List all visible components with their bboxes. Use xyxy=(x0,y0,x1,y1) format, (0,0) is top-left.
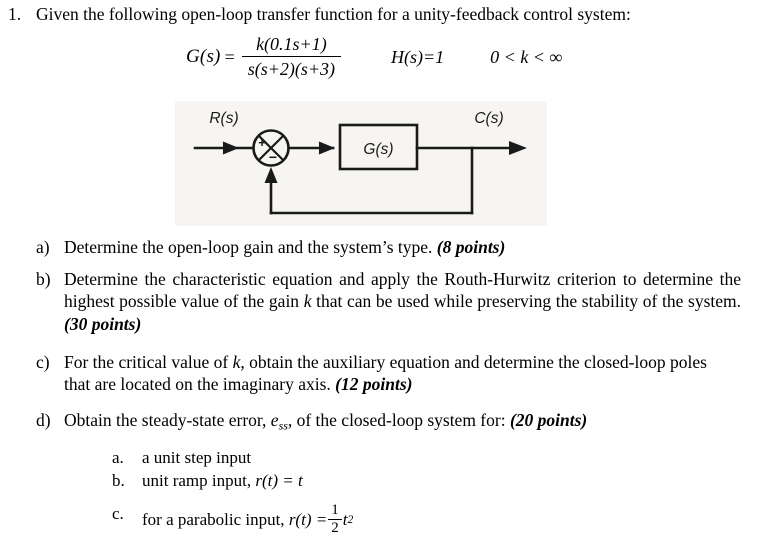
part-c-body: For the critical value of k, obtain the … xyxy=(64,351,736,396)
question-number: 1. xyxy=(8,4,22,24)
summing-minus-sign: − xyxy=(269,149,277,165)
summing-plus-sign: + xyxy=(258,135,266,150)
equation-fraction: k(0.1s+1) s(s+2)(s+3) xyxy=(241,34,342,80)
part-d: d) Obtain the steady-state error, ess, o… xyxy=(36,409,736,434)
part-c: c) For the critical value of k, obtain t… xyxy=(36,351,736,396)
feedback-arrowhead xyxy=(264,167,278,183)
part-b-text-2: that can be used while preserving the st… xyxy=(316,291,742,312)
equation-denominator: s(s+2)(s+3) xyxy=(241,56,342,80)
part-a-marker: a) xyxy=(36,237,50,257)
input-arrowhead xyxy=(223,141,239,155)
sub-item-a-text: a unit step input xyxy=(142,448,252,467)
part-d-points: (20 points) xyxy=(509,410,588,430)
sub-item-b-marker: b. xyxy=(112,471,125,490)
question-stem-text: Given the following open-loop transfer f… xyxy=(36,4,631,24)
part-c-text-1: For the critical value of xyxy=(64,352,229,372)
output-arrowhead xyxy=(509,141,527,155)
part-d-body: Obtain the steady-state error, ess, of t… xyxy=(64,409,736,434)
part-a-body: Determine the open-loop gain and the sys… xyxy=(64,236,696,258)
part-b: b) Determine the characteristic equation… xyxy=(36,268,741,335)
equation-equals-sign: = xyxy=(224,46,235,67)
part-b-body: Determine the characteristic equation an… xyxy=(64,268,741,335)
sub-item-c-marker: c. xyxy=(112,504,124,523)
equation-numerator: k(0.1s+1) xyxy=(256,34,327,54)
part-b-symbol: k xyxy=(303,291,312,312)
sub-item-b: b. unit ramp input, r(t) = t xyxy=(112,470,303,492)
sub-item-c-formula-exponent: 2 xyxy=(347,513,354,527)
block-diagram-svg: + − R(s) G(s) C(s) xyxy=(193,110,527,215)
sub-item-c-fraction: 1 2 xyxy=(328,502,342,537)
part-a-points: (8 points) xyxy=(436,237,506,257)
sub-item-c: c. for a parabolic input, r(t) = 1 2 t2 xyxy=(112,502,354,537)
diagram-output-label: C(s) xyxy=(474,110,503,127)
part-c-points: (12 points) xyxy=(335,374,413,395)
sub-item-b-formula: r(t) = t xyxy=(255,471,303,490)
sub-item-c-fraction-denominator: 2 xyxy=(328,518,342,537)
question-stem: 1. Given the following open-loop transfe… xyxy=(8,4,778,26)
part-d-text-2: , of the closed-loop system for: xyxy=(287,410,506,430)
diagram-block-label: G(s) xyxy=(363,141,393,158)
part-d-symbol: e xyxy=(270,410,279,430)
part-d-marker: d) xyxy=(36,410,51,430)
transfer-function-equation: G(s) = k(0.1s+1) s(s+2)(s+3) H(s)=1 0 < … xyxy=(186,34,562,80)
part-d-text-1: Obtain the steady-state error, xyxy=(64,410,267,430)
sub-item-c-fraction-numerator: 1 xyxy=(331,502,339,518)
sub-item-a: a. a unit step input xyxy=(112,447,251,469)
gain-range: 0 < k < ∞ xyxy=(490,46,563,67)
part-c-marker: c) xyxy=(36,352,50,372)
part-a-text: Determine the open-loop gain and the sys… xyxy=(64,237,433,257)
sub-item-c-text: for a parabolic input, xyxy=(142,509,285,529)
sub-item-c-formula-lhs: r(t) = xyxy=(288,509,328,529)
sub-item-a-marker: a. xyxy=(112,448,124,467)
sub-item-b-text: unit ramp input, xyxy=(142,471,252,490)
part-a: a) Determine the open-loop gain and the … xyxy=(36,236,696,258)
block-diagram-figure: + − R(s) G(s) C(s) xyxy=(175,101,547,226)
part-d-symbol-subscript: ss xyxy=(278,418,288,433)
sub-item-c-body: for a parabolic input, r(t) = 1 2 t2 xyxy=(142,502,354,537)
error-arrowhead xyxy=(319,141,335,155)
equation-lhs: G(s) xyxy=(186,46,221,67)
feedback-transfer-function: H(s)=1 xyxy=(391,46,445,67)
part-b-marker: b) xyxy=(36,269,51,289)
part-b-points: (30 points) xyxy=(64,313,142,334)
diagram-input-label: R(s) xyxy=(209,110,238,127)
sub-item-b-body: unit ramp input, r(t) = t xyxy=(142,470,303,492)
